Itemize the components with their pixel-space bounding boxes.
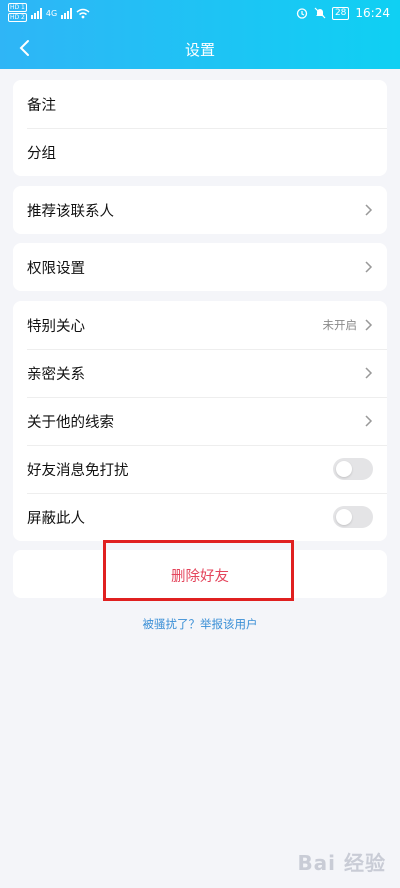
chevron-right-icon: [365, 367, 373, 379]
chevron-right-icon: [365, 319, 373, 331]
settings-row-permission[interactable]: 权限设置: [13, 243, 387, 291]
settings-group-permission: 权限设置: [13, 243, 387, 291]
settings-row-do-not-disturb: 好友消息免打扰: [13, 445, 387, 493]
clock-time: 16:24: [355, 6, 390, 20]
row-label: 推荐该联系人: [27, 203, 114, 220]
settings-row-clues[interactable]: 关于他的线索: [13, 397, 387, 445]
row-label: 屏蔽此人: [27, 510, 85, 527]
settings-group-relationship: 特别关心 未开启 亲密关系 关于他的线索 好友消息免打扰 屏蔽此人: [13, 301, 387, 541]
hd-badge: HD 2: [8, 13, 27, 22]
special-care-value: 未开启: [322, 318, 358, 332]
nav-bar: 设置: [0, 28, 400, 69]
report-user-link[interactable]: 被骚扰了？举报该用户: [0, 616, 400, 632]
settings-row-recommend-contact[interactable]: 推荐该联系人: [13, 186, 387, 234]
settings-row-special-care[interactable]: 特别关心 未开启: [13, 301, 387, 349]
row-label: 特别关心: [27, 318, 85, 335]
row-label: 亲密关系: [27, 366, 85, 383]
status-bar: HD 1 HD 2 4G 28 16:24: [0, 0, 400, 28]
header-bar: HD 1 HD 2 4G 28 16:24 设置: [0, 0, 400, 69]
settings-row-remark[interactable]: 备注: [13, 80, 387, 128]
settings-group-remark: 备注 分组: [13, 80, 387, 176]
settings-row-intimate-relation[interactable]: 亲密关系: [13, 349, 387, 397]
row-label: 权限设置: [27, 260, 85, 277]
battery-indicator: 28: [331, 6, 350, 20]
row-label: 分组: [27, 145, 56, 162]
row-label: 备注: [27, 97, 56, 114]
status-right: 28 16:24: [296, 6, 390, 20]
mute-icon: [314, 7, 326, 19]
settings-row-group[interactable]: 分组: [13, 128, 387, 176]
do-not-disturb-toggle[interactable]: [333, 458, 373, 480]
hd-badges: HD 1 HD 2: [8, 3, 27, 23]
chevron-right-icon: [365, 415, 373, 427]
toggle-knob: [336, 461, 352, 477]
chevron-right-icon: [365, 261, 373, 273]
network-type: 4G: [45, 8, 58, 18]
settings-row-block: 屏蔽此人: [13, 493, 387, 541]
hd-badge: HD 1: [8, 3, 27, 12]
toggle-knob: [336, 509, 352, 525]
row-label: 关于他的线索: [27, 414, 114, 431]
status-left: HD 1 HD 2 4G: [8, 3, 90, 23]
block-user-toggle[interactable]: [333, 506, 373, 528]
highlight-box: [103, 540, 294, 601]
chevron-right-icon: [365, 204, 373, 216]
page-title: 设置: [184, 41, 215, 59]
signal-icon: [61, 7, 73, 19]
signal-icon: [30, 7, 42, 19]
watermark: Bai 经验: [297, 851, 386, 875]
alarm-icon: [296, 8, 308, 19]
wifi-icon: [76, 8, 90, 18]
row-label: 好友消息免打扰: [27, 462, 129, 479]
settings-group-recommend: 推荐该联系人: [13, 186, 387, 234]
